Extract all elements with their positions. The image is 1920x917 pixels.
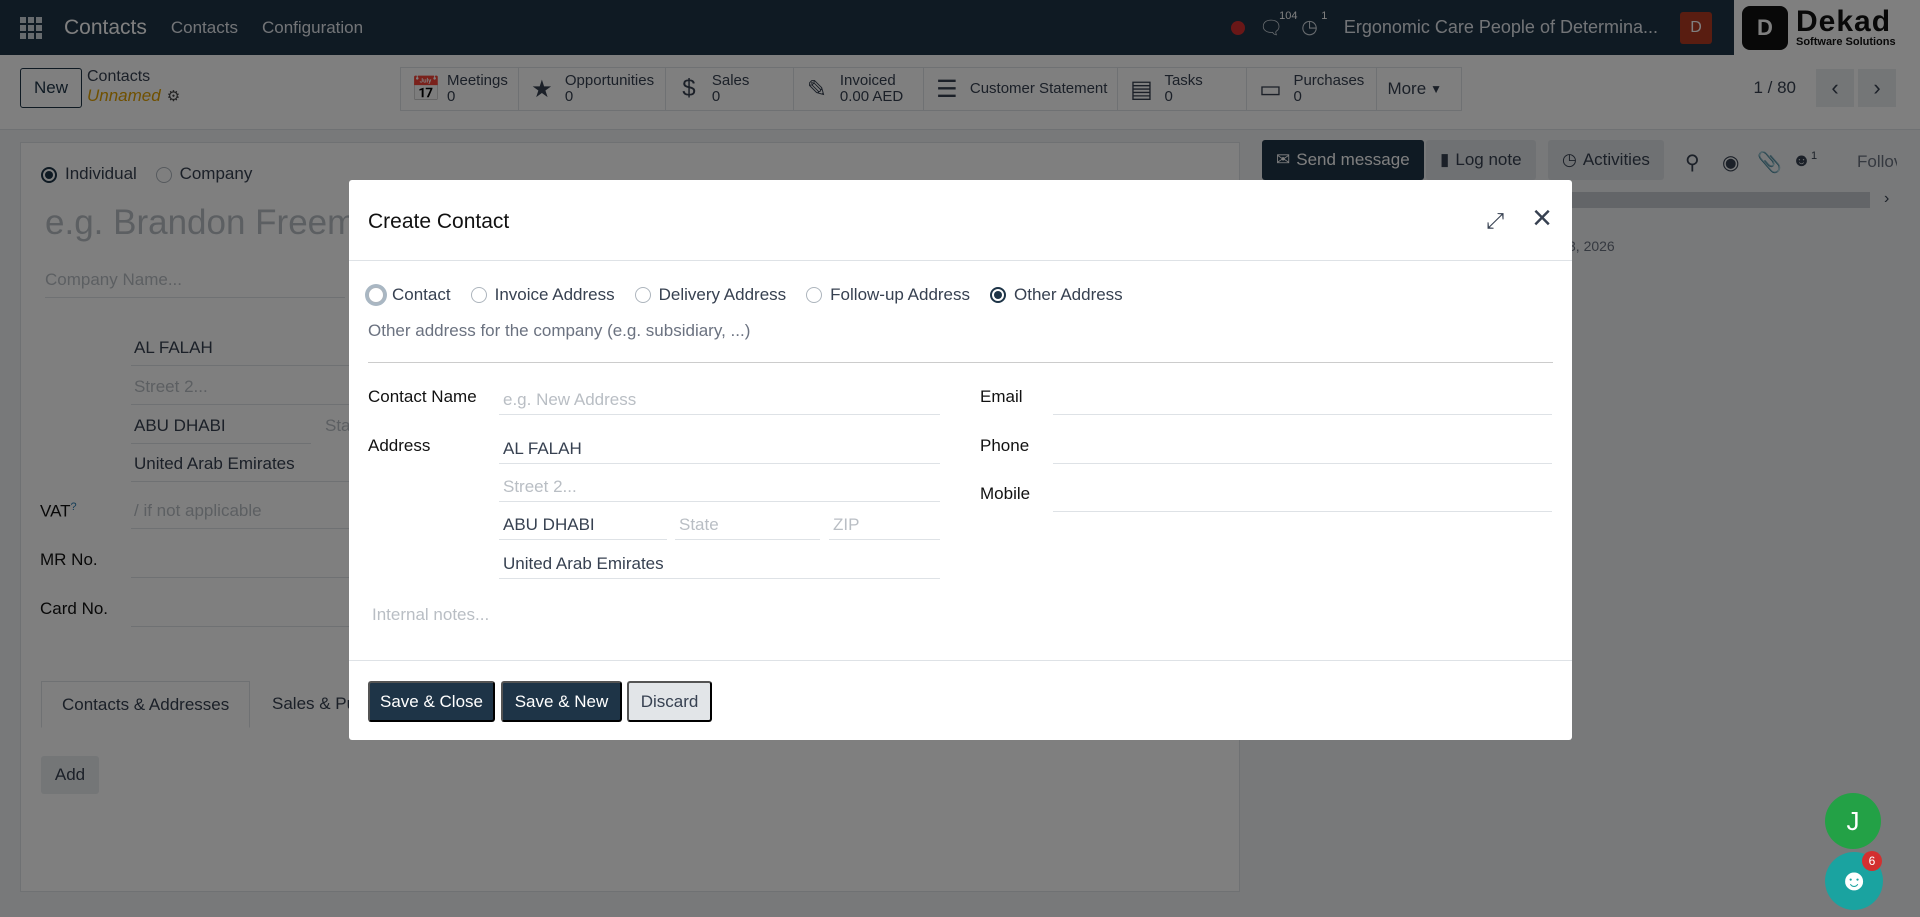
divider [368,362,1553,363]
type-other-label[interactable]: Other Address [1014,285,1123,305]
type-delivery-option[interactable]: Delivery Address [634,285,787,305]
email-input[interactable] [1053,385,1552,415]
address-type-selector: Contact Invoice Address Delivery Address… [368,285,1143,305]
save-close-button[interactable]: Save & Close [368,681,495,722]
zip-input[interactable]: ZIP [829,510,940,540]
country-select[interactable]: United Arab Emirates [499,549,940,579]
street-input[interactable]: AL FALAH [499,434,940,464]
mobile-label: Mobile [980,484,1031,503]
type-contact-radio[interactable] [368,287,384,303]
mobile-input[interactable] [1053,482,1552,512]
street2-input[interactable]: Street 2... [499,472,940,502]
city-input[interactable]: ABU DHABI [499,510,667,540]
type-invoice-radio[interactable] [470,287,487,303]
type-invoice-label[interactable]: Invoice Address [495,285,615,305]
save-new-button[interactable]: Save & New [501,681,622,722]
expand-icon[interactable]: ⤢ [1486,208,1504,234]
email-label: Email [980,387,1023,406]
user-chat-bubble[interactable]: J [1825,793,1881,849]
type-delivery-radio[interactable] [634,287,651,303]
type-followup-label[interactable]: Follow-up Address [830,285,970,305]
type-followup-option[interactable]: Follow-up Address [806,285,970,305]
group-chat-badge: 6 [1862,851,1882,871]
address-label: Address [368,436,431,455]
state-select[interactable]: State [675,510,820,540]
dialog-footer: Save & Close Save & New Discard [349,660,1572,740]
dialog-header: Create Contact ⤢ × [349,180,1572,261]
create-contact-dialog: Create Contact ⤢ × Contact Invoice Addre… [349,180,1572,740]
type-followup-radio[interactable] [806,287,823,303]
dialog-title: Create Contact [368,210,510,233]
type-invoice-option[interactable]: Invoice Address [470,285,615,305]
address-type-description: Other address for the company (e.g. subs… [368,321,751,340]
internal-notes-input[interactable]: Internal notes... [372,605,489,625]
close-icon[interactable]: × [1532,201,1552,235]
contact-name-label: Contact Name [368,387,477,406]
contact-name-input[interactable]: e.g. New Address [499,385,940,415]
discard-button[interactable]: Discard [627,681,712,722]
type-other-radio[interactable] [990,287,1007,303]
type-delivery-label[interactable]: Delivery Address [659,285,787,305]
type-contact-label[interactable]: Contact [392,285,451,305]
phone-label: Phone [980,436,1030,455]
type-contact-option[interactable]: Contact [368,285,451,305]
phone-input[interactable] [1053,434,1552,464]
type-other-option[interactable]: Other Address [990,285,1123,305]
